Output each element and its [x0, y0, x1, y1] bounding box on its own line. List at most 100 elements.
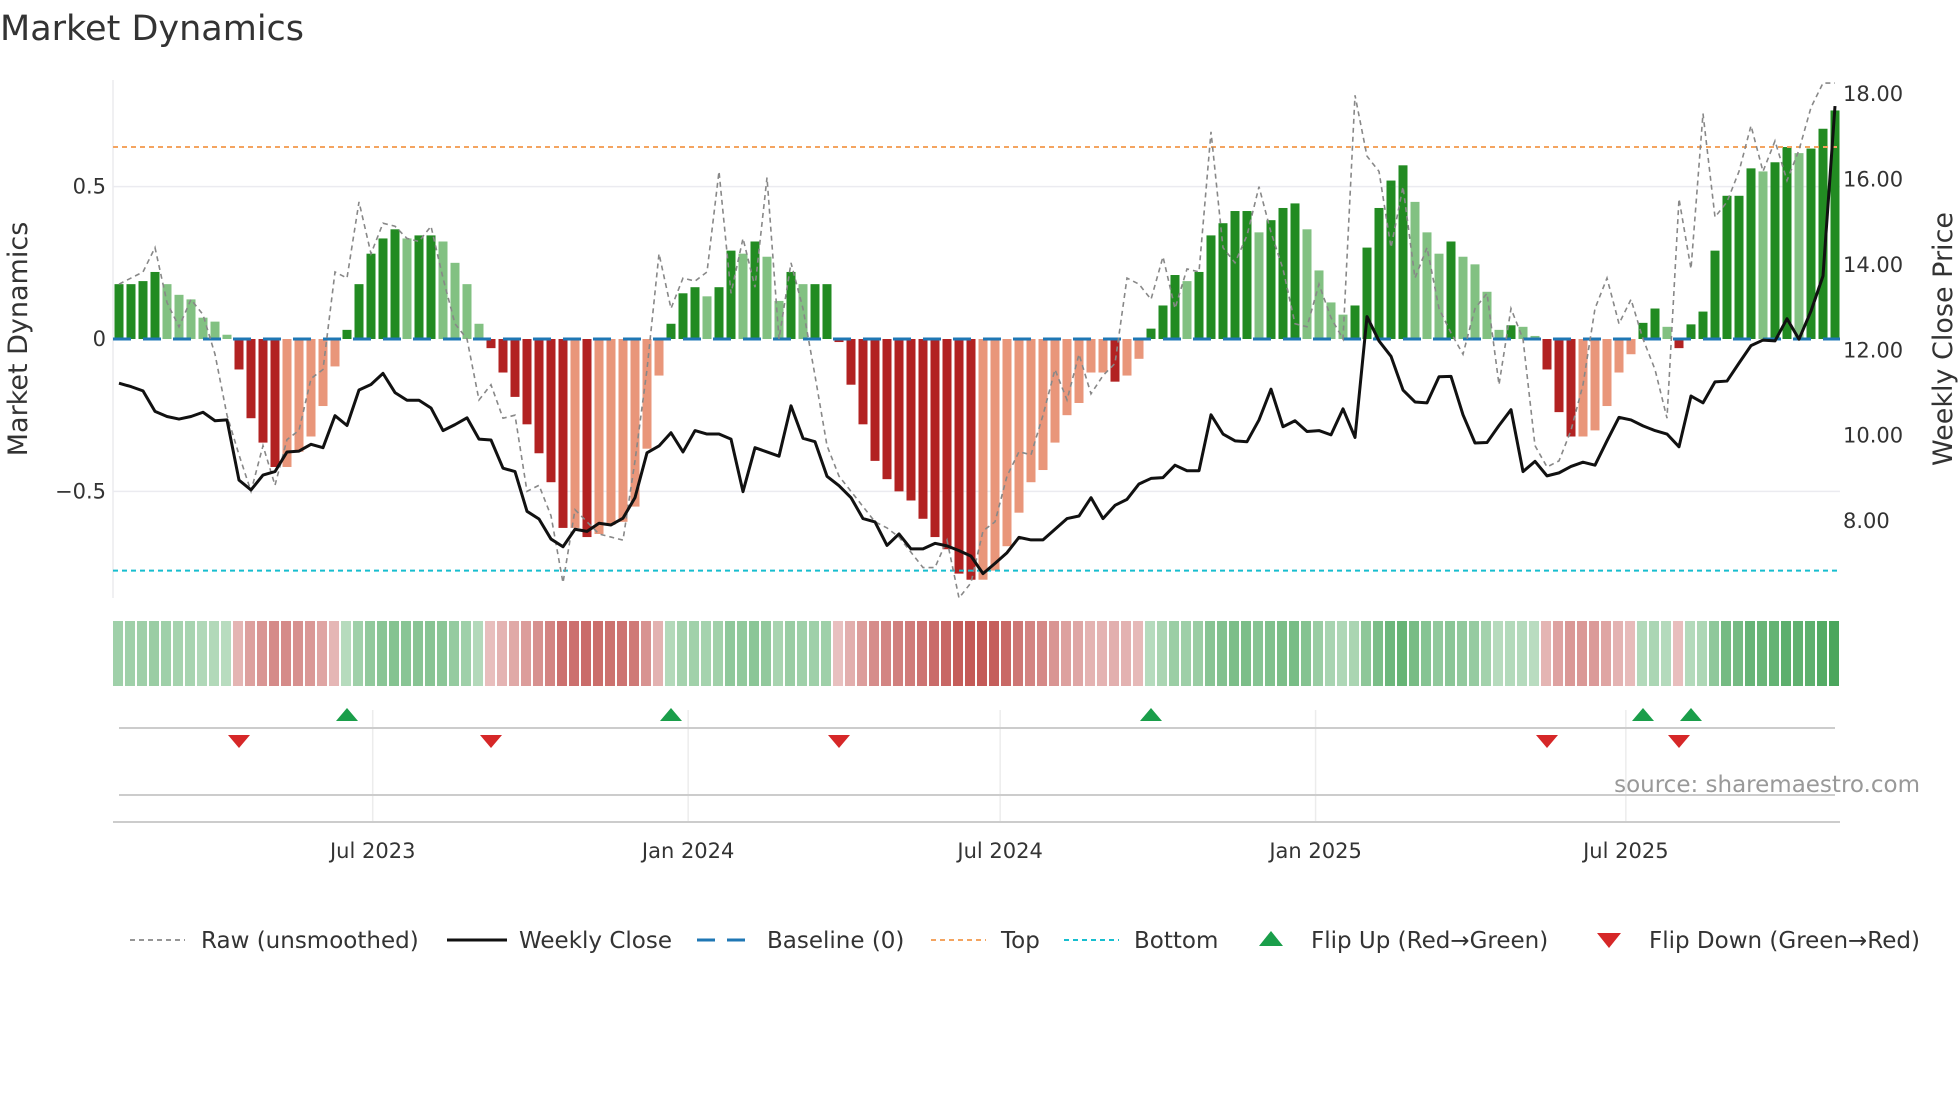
heatmap-cell: [161, 621, 171, 686]
right-tick-label: 18.00: [1843, 82, 1903, 106]
heatmap-cell: [1685, 621, 1695, 686]
bar: [510, 339, 520, 397]
bar: [1446, 241, 1456, 339]
legend: Raw (unsmoothed) Weekly Close Baseline (0)…: [130, 928, 1920, 954]
heatmap-cell: [1565, 621, 1575, 686]
heatmap-cell: [1769, 621, 1779, 686]
legend-label: Bottom: [1134, 928, 1218, 954]
heatmap-cell: [545, 621, 555, 686]
heatmap-cell: [809, 621, 819, 686]
heatmap-cell: [773, 621, 783, 686]
heatmap-cell: [1817, 621, 1827, 686]
heatmap-cell: [905, 621, 915, 686]
heatmap-cell: [1277, 621, 1287, 686]
x-tick-label: Jan 2025: [1267, 839, 1362, 863]
legend-label: Baseline (0): [767, 928, 904, 954]
heatmap-cell: [689, 621, 699, 686]
heatmap-cell: [821, 621, 831, 686]
bar: [1710, 250, 1720, 339]
heatmap-cell: [593, 621, 603, 686]
bar: [582, 339, 592, 538]
bar: [570, 339, 580, 528]
flip-up-marker: [660, 708, 682, 721]
bar: [1386, 180, 1396, 339]
bar: [810, 284, 820, 339]
bar: [642, 339, 652, 449]
legend-label: Raw (unsmoothed): [201, 928, 419, 954]
bar: [1566, 339, 1576, 437]
right-tick-label: 14.00: [1843, 253, 1903, 277]
bar: [1782, 147, 1792, 339]
bar: [1194, 271, 1204, 339]
bar: [1050, 339, 1060, 443]
heatmap-cell: [557, 621, 567, 686]
bar: [594, 339, 604, 535]
heatmap-cell: [1121, 621, 1131, 686]
heatmap-cell: [917, 621, 927, 686]
heatmap-cell: [929, 621, 939, 686]
market-dynamics-chart: Market Dynamics 0.5 0 −0.5 18.00 16.00 14.00 1…: [0, 9, 1959, 954]
heatmap-cell: [233, 621, 243, 686]
bar: [414, 235, 424, 339]
heatmap-cell: [1289, 621, 1299, 686]
heatmap-cell: [425, 621, 435, 686]
left-tick-label: 0.5: [73, 175, 106, 199]
flip-up-marker: [1680, 708, 1702, 721]
bar: [402, 238, 412, 339]
bar: [1374, 207, 1384, 339]
heatmap-cell: [1421, 621, 1431, 686]
series-lines: [118, 82, 1837, 600]
bar: [1554, 339, 1564, 413]
bar: [966, 339, 976, 580]
heatmap-cell: [1637, 621, 1647, 686]
heatmap-cell: [941, 621, 951, 686]
bar: [258, 339, 268, 443]
bar: [270, 339, 280, 467]
heatmap-cell: [977, 621, 987, 686]
heatmap-cell: [713, 621, 723, 686]
bar: [1578, 339, 1588, 437]
bar: [1206, 235, 1216, 339]
heatmap-cell: [893, 621, 903, 686]
bar: [150, 271, 160, 339]
bar: [366, 253, 376, 339]
bar: [870, 339, 880, 461]
bar: [390, 229, 400, 339]
bar: [462, 284, 472, 339]
heatmap-cell: [1721, 621, 1731, 686]
heatmap-cell: [845, 621, 855, 686]
heatmap-cell: [1757, 621, 1767, 686]
heatmap-cell: [1181, 621, 1191, 686]
bar: [1122, 339, 1132, 376]
heatmap-cell: [1133, 621, 1143, 686]
bar: [690, 287, 700, 339]
heatmap-cell: [1109, 621, 1119, 686]
heatmap-cell: [1073, 621, 1083, 686]
bar: [1254, 232, 1264, 339]
heatmap-cell: [137, 621, 147, 686]
heatmap-cell: [1469, 621, 1479, 686]
flip-up-marker: [1140, 708, 1162, 721]
bar: [1758, 171, 1768, 339]
heatmap-cell: [1673, 621, 1683, 686]
heatmap-cell: [449, 621, 459, 686]
heatmap-cell: [293, 621, 303, 686]
flip-up-marker: [336, 708, 358, 721]
heatmap-cell: [533, 621, 543, 686]
flip-up-marker: [1632, 708, 1654, 721]
heatmap-cell: [1481, 621, 1491, 686]
heatmap-cell: [1313, 621, 1323, 686]
heatmap-cell: [281, 621, 291, 686]
right-tick-label: 10.00: [1843, 424, 1903, 448]
bar: [138, 281, 148, 339]
heatmap-cell: [413, 621, 423, 686]
heatmap-cell: [1589, 621, 1599, 686]
bar: [1278, 207, 1288, 339]
bar: [762, 256, 772, 339]
bar: [1230, 211, 1240, 339]
bar: [1014, 339, 1024, 513]
heatmap-cell: [665, 621, 675, 686]
heatmap-cell: [437, 621, 447, 686]
heatmap-cell: [617, 621, 627, 686]
heatmap-cell: [761, 621, 771, 686]
